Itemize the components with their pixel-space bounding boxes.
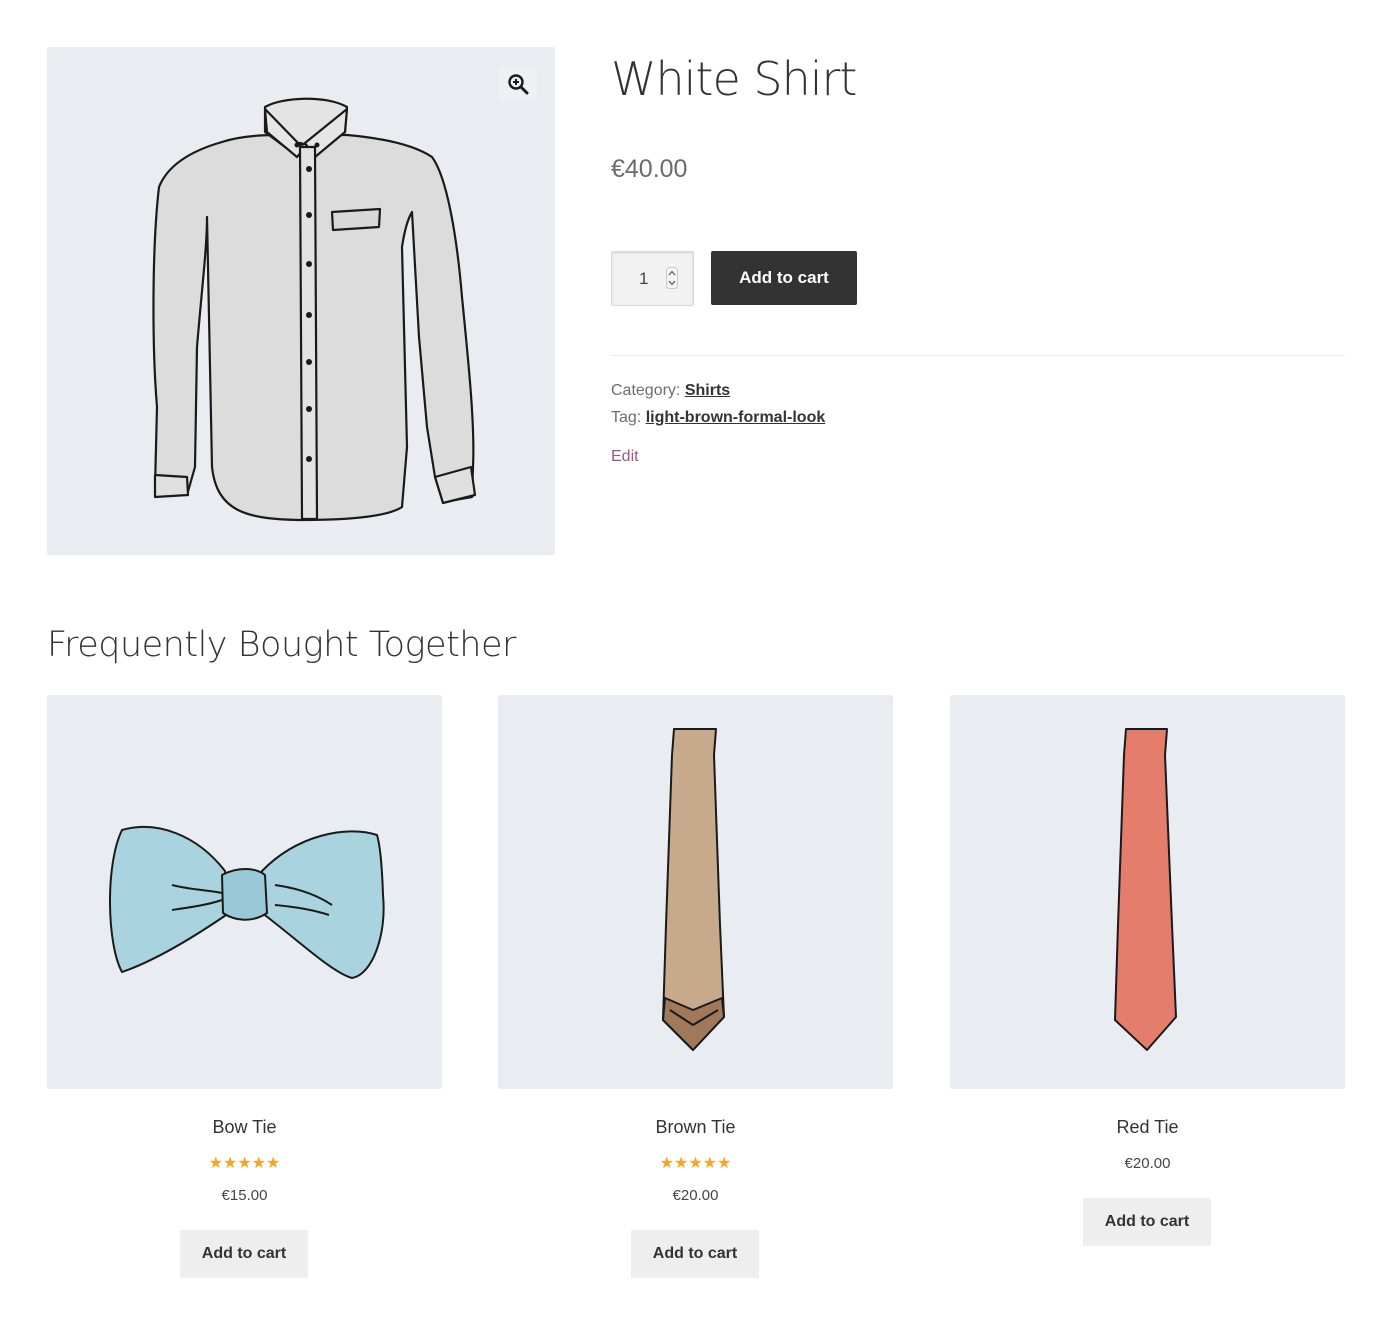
product-card-price: €15.00 [221,1187,268,1204]
quantity-stepper[interactable]: 1 [611,251,694,306]
add-to-cart-button[interactable]: Add to cart [711,251,857,305]
category-link[interactable]: Shirts [685,382,730,399]
product-title: White Shirt [611,52,857,106]
zoom-button[interactable] [499,67,537,101]
tag-line: Tag: light-brown-formal-look [611,404,825,431]
product-card-title[interactable]: Brown Tie [498,1117,893,1138]
add-to-cart-button[interactable]: Add to cart [180,1230,308,1278]
tag-label: Tag: [611,409,642,426]
red-tie-illustration [1114,728,1177,1051]
product-card-brown-tie: Brown Tie ★★★★★ €20.00 Add to cart [498,695,893,1278]
product-card-title[interactable]: Bow Tie [47,1117,442,1138]
product-price: €40.00 [611,155,688,183]
brown-tie-illustration [662,728,725,1051]
related-heading: Frequently Bought Together [47,625,516,665]
edit-link[interactable]: Edit [611,448,639,466]
star-rating: ★★★★★ [208,1155,281,1172]
shirt-illustration [152,97,477,522]
category-line: Category: Shirts [611,377,825,404]
bow-tie-illustration [109,826,385,979]
product-card-price: €20.00 [672,1187,719,1204]
star-rating: ★★★★★ [659,1155,732,1172]
add-to-cart-button[interactable]: Add to cart [631,1230,759,1278]
quantity-value[interactable]: 1 [639,269,648,289]
product-card-image[interactable] [47,695,442,1089]
divider [611,355,1345,356]
product-card-image[interactable] [498,695,893,1089]
product-card-price: €20.00 [1124,1155,1171,1172]
product-card-image[interactable] [950,695,1345,1089]
product-meta: Category: Shirts Tag: light-brown-formal… [611,377,825,431]
category-label: Category: [611,382,681,399]
tag-link[interactable]: light-brown-formal-look [646,409,826,426]
product-card-title[interactable]: Red Tie [950,1117,1345,1138]
add-to-cart-button[interactable]: Add to cart [1083,1198,1211,1246]
product-summary: White Shirt €40.00 1 Add to cart Categor… [611,48,1345,465]
product-image[interactable] [47,47,555,555]
product-card-red-tie: Red Tie €20.00 Add to cart [950,695,1345,1246]
spinner-arrows-icon[interactable] [666,267,678,289]
zoom-in-icon [508,74,529,95]
product-card-bow-tie: Bow Tie ★★★★★ €15.00 Add to cart [47,695,442,1278]
